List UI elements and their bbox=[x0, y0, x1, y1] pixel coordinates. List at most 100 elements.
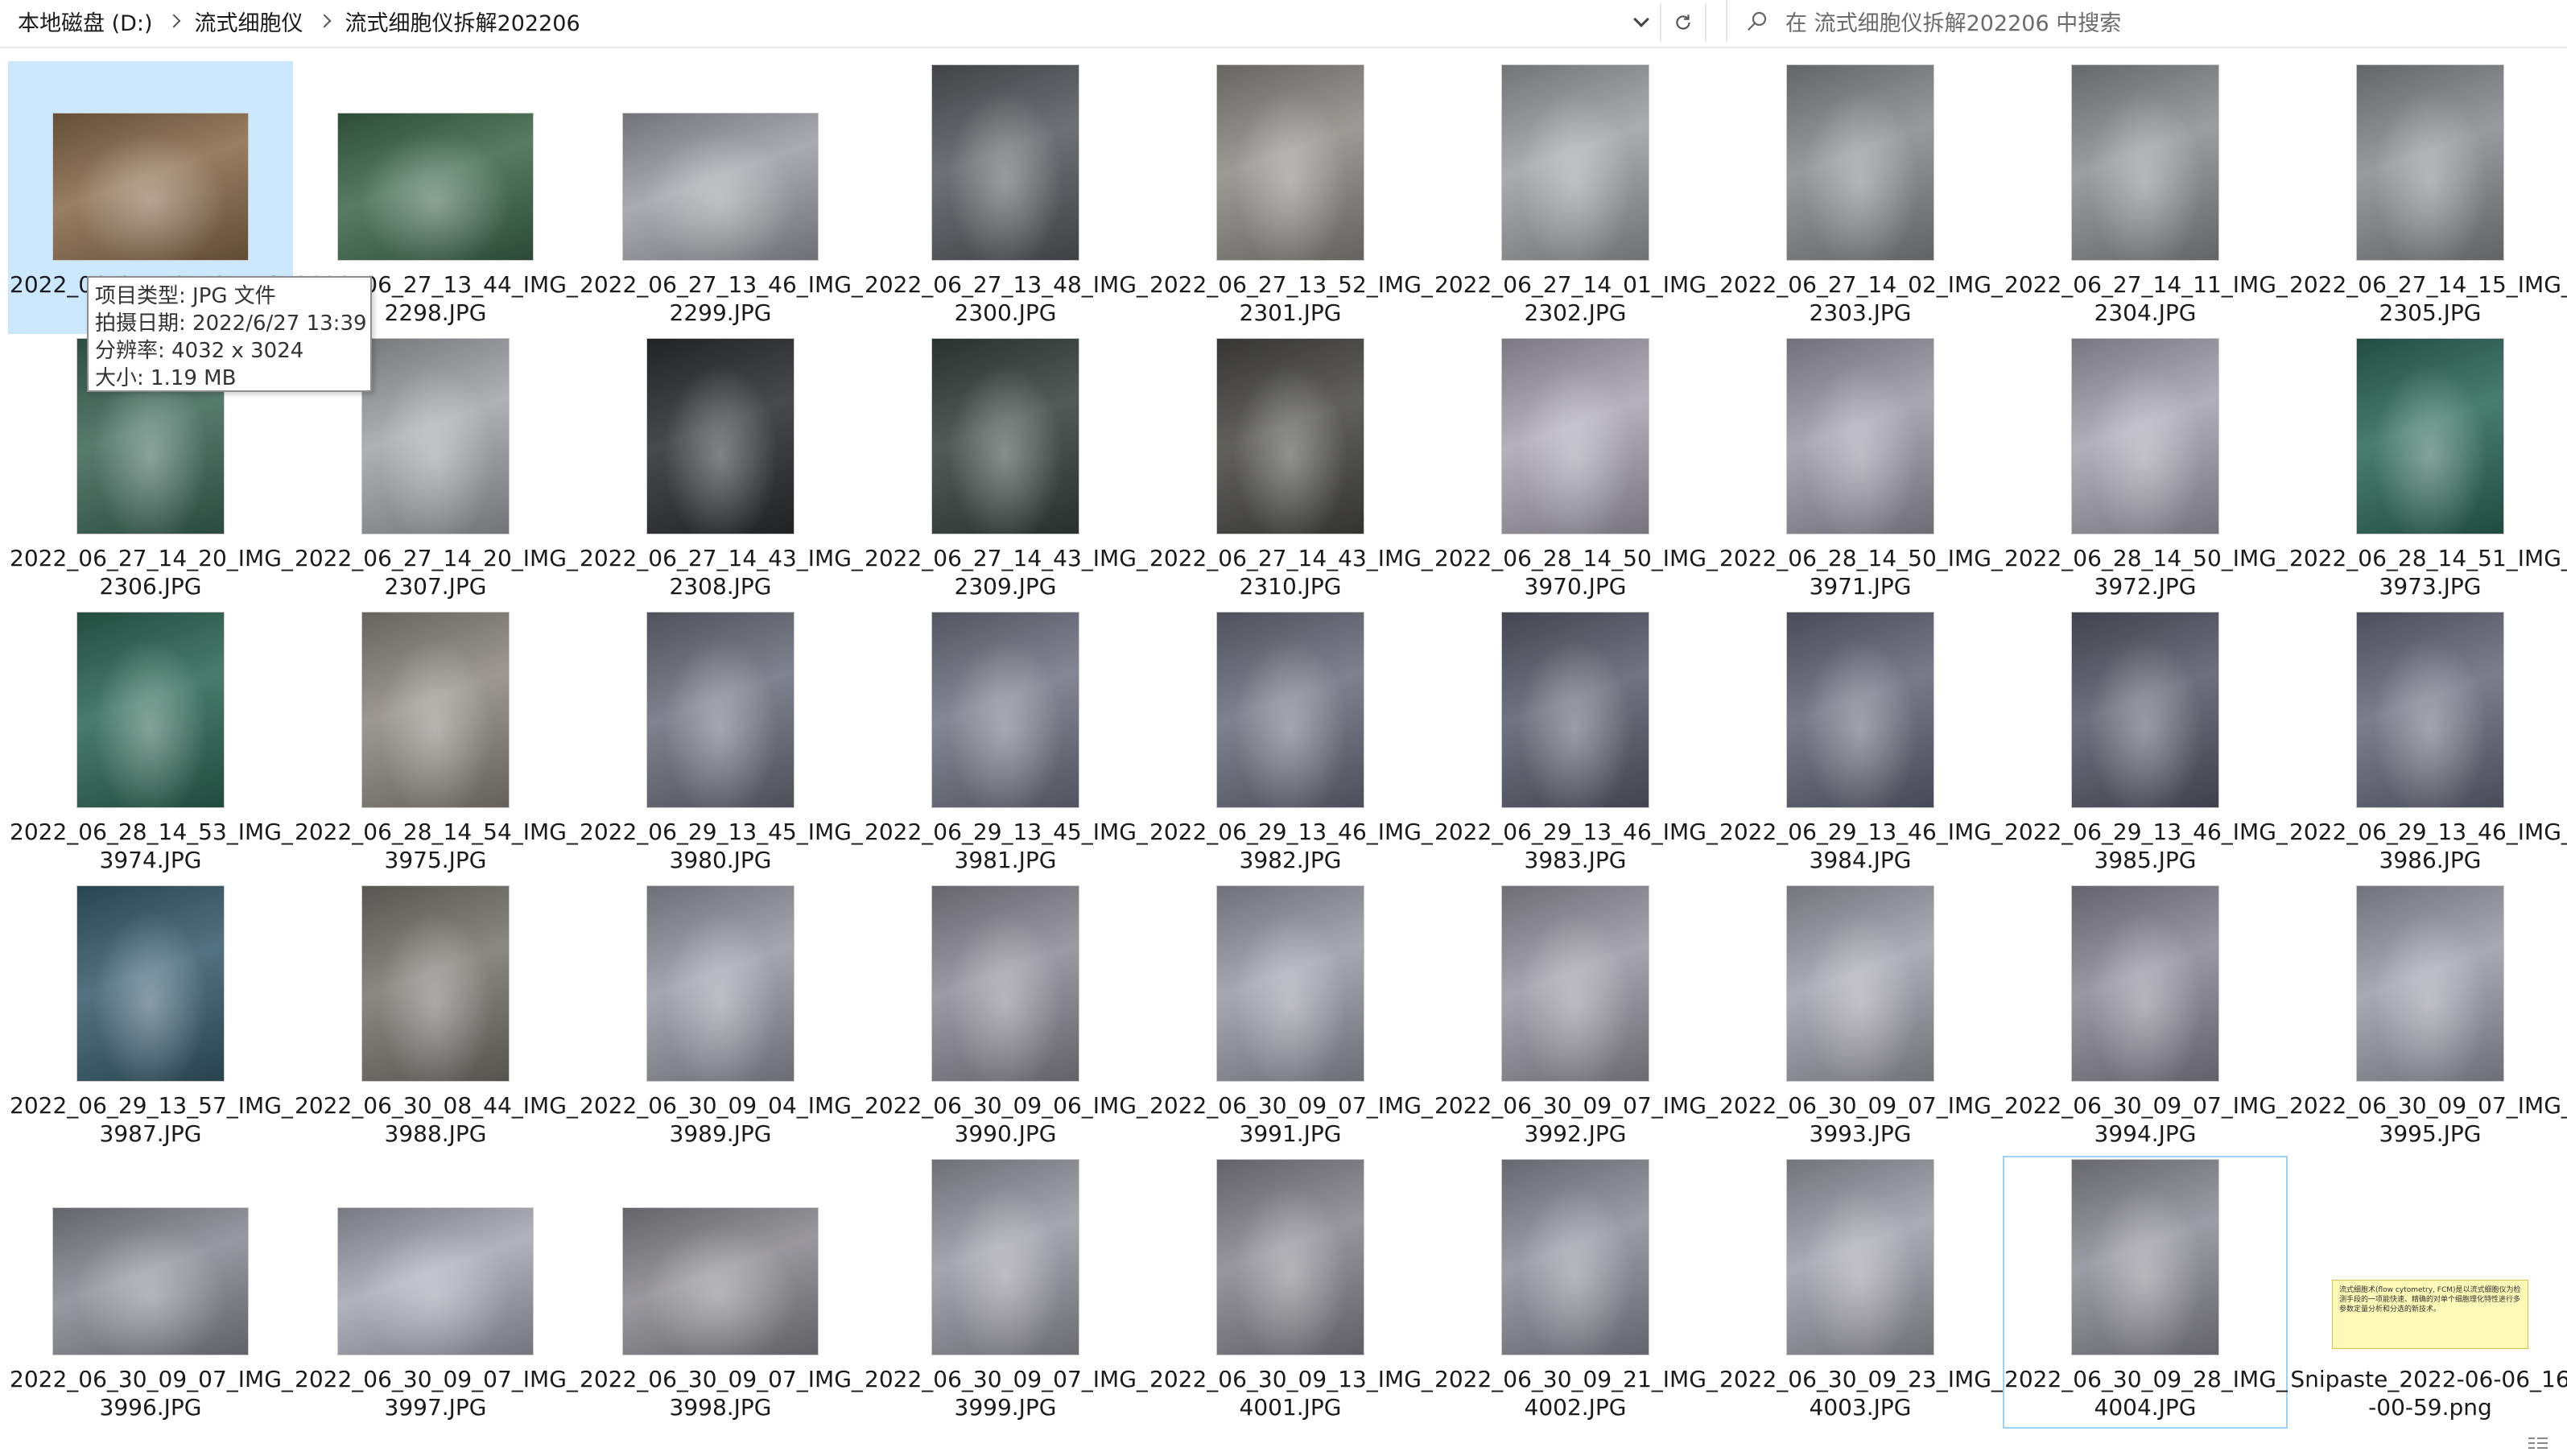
file-item[interactable]: 2022_06_30_09_23_IMG_ 4003.JPG bbox=[1718, 1156, 2003, 1429]
file-name-line1: 2022_06_28_14_54_IMG_ bbox=[295, 819, 578, 845]
chevron-right-icon[interactable] bbox=[167, 14, 181, 28]
photo-thumbnail bbox=[1501, 1159, 1649, 1355]
file-grid: 2022_06_27_13_40_IMG_2297.JPG2022_06_27_… bbox=[8, 61, 2567, 1456]
file-name-line2: 4003.JPG bbox=[1809, 1394, 1912, 1421]
file-name-line1: 2022_06_30_09_07_IMG_ bbox=[1149, 1092, 1433, 1119]
file-item[interactable]: 2022_06_29_13_46_IMG_ 3982.JPG bbox=[1148, 608, 1433, 881]
file-name-line1: 2022_06_29_13_46_IMG_ bbox=[1719, 819, 2003, 845]
photo-thumbnail bbox=[1786, 885, 1934, 1082]
breadcrumb-folder-current[interactable]: 流式细胞仪拆解202206 bbox=[345, 6, 580, 37]
file-name-line1: 2022_06_28_14_51_IMG_ bbox=[2289, 545, 2567, 571]
explorer-toolbar: 本地磁盘 (D:) 流式细胞仪 流式细胞仪拆解202206 在 流式细胞仪拆解2… bbox=[0, 0, 2567, 48]
file-info-tooltip: 项目类型: JPG 文件 拍摄日期: 2022/6/27 13:39 分辨率: … bbox=[87, 276, 372, 392]
photo-thumbnail bbox=[1216, 885, 1364, 1082]
thumbnail-frame bbox=[1434, 1159, 1716, 1355]
file-item[interactable]: 2022_06_29_13_46_IMG_ 3985.JPG bbox=[2003, 608, 2288, 881]
file-name-line2: 3982.JPG bbox=[1239, 847, 1342, 873]
photo-thumbnail bbox=[1216, 1159, 1364, 1355]
thumbnail-frame bbox=[865, 885, 1146, 1082]
file-item[interactable]: 2022_06_30_09_04_IMG_ 3989.JPG bbox=[578, 882, 863, 1155]
file-item[interactable]: 流式细胞术(flow cytometry, FCM)是以流式细胞仪为检测手段的一… bbox=[2288, 1156, 2567, 1429]
file-item[interactable]: 2022_06_28_14_51_IMG_ 3973.JPG bbox=[2288, 335, 2567, 608]
file-name-line1: 2022_06_28_14_50_IMG_ bbox=[2004, 545, 2288, 571]
file-item[interactable]: 2022_06_27_13_46_IMG_ 2299.JPG bbox=[578, 61, 863, 334]
file-item[interactable]: 2022_06_30_09_07_IMG_ 3998.JPG bbox=[578, 1156, 863, 1429]
thumbnail-frame bbox=[2004, 612, 2286, 808]
breadcrumb-drive[interactable]: 本地磁盘 (D:) bbox=[18, 6, 153, 37]
address-history-dropdown[interactable] bbox=[1623, 8, 1660, 37]
file-item[interactable]: 2022_06_30_09_06_IMG_ 3990.JPG bbox=[863, 882, 1148, 1155]
thumbnail-frame bbox=[295, 1159, 576, 1355]
file-name-line1: 2022_06_27_13_48_IMG_ bbox=[865, 271, 1148, 298]
search-input[interactable]: 在 流式细胞仪拆解202206 中搜索 bbox=[1785, 6, 2121, 37]
file-item[interactable]: 2022_06_30_09_07_IMG_ 3996.JPG bbox=[8, 1156, 293, 1429]
tooltip-size: 大小: 1.19 MB bbox=[95, 366, 237, 390]
photo-thumbnail bbox=[1501, 885, 1649, 1082]
tooltip-date: 拍摄日期: 2022/6/27 13:39 bbox=[95, 311, 367, 336]
file-name-line2: 3984.JPG bbox=[1809, 847, 1912, 873]
photo-thumbnail bbox=[361, 885, 510, 1082]
file-name-line1: 2022_06_29_13_45_IMG_ bbox=[580, 819, 863, 845]
photo-thumbnail bbox=[1786, 338, 1934, 534]
file-item[interactable]: 2022_06_28_14_54_IMG_ 3975.JPG bbox=[293, 608, 578, 881]
file-item[interactable]: 2022_06_27_14_43_IMG_ 2309.JPG bbox=[863, 335, 1148, 608]
file-name-line1: 2022_06_27_14_43_IMG_ bbox=[865, 545, 1148, 571]
file-item[interactable]: 2022_06_29_13_46_IMG_ 3984.JPG bbox=[1718, 608, 2003, 881]
file-name-line2: 3987.JPG bbox=[99, 1120, 202, 1147]
address-bar[interactable]: 本地磁盘 (D:) 流式细胞仪 流式细胞仪拆解202206 bbox=[18, 0, 1658, 42]
refresh-button[interactable] bbox=[1660, 3, 1707, 42]
file-item[interactable]: 2022_06_27_13_52_IMG_ 2301.JPG bbox=[1148, 61, 1433, 334]
file-name-line2: 3994.JPG bbox=[2094, 1120, 2197, 1147]
breadcrumb-folder-parent[interactable]: 流式细胞仪 bbox=[195, 6, 303, 37]
view-toggle-icon[interactable] bbox=[2528, 1436, 2548, 1450]
file-item[interactable]: 2022_06_30_09_28_IMG_ 4004.JPG bbox=[2003, 1156, 2288, 1429]
file-name-line2: 3990.JPG bbox=[954, 1120, 1057, 1147]
file-name-line2: 4004.JPG bbox=[2094, 1394, 2197, 1421]
search-box[interactable]: 在 流式细胞仪拆解202206 中搜索 bbox=[1726, 0, 2567, 42]
file-item[interactable]: 2022_06_30_09_07_IMG_ 3997.JPG bbox=[293, 1156, 578, 1429]
file-item[interactable]: 2022_06_29_13_45_IMG_ 3980.JPG bbox=[578, 608, 863, 881]
file-item[interactable]: 2022_06_27_14_11_IMG_ 2304.JPG bbox=[2003, 61, 2288, 334]
file-item[interactable]: 2022_06_30_09_07_IMG_ 3999.JPG bbox=[863, 1156, 1148, 1429]
file-item[interactable]: 2022_06_28_14_50_IMG_ 3971.JPG bbox=[1718, 335, 2003, 608]
file-item[interactable]: 2022_06_30_08_44_IMG_ 3988.JPG bbox=[293, 882, 578, 1155]
file-name: 2022_06_27_14_20_IMG_ 2306.JPG bbox=[10, 544, 293, 600]
file-item[interactable]: 2022_06_29_13_46_IMG_ 3986.JPG bbox=[2288, 608, 2567, 881]
file-name-line1: 2022_06_29_13_46_IMG_ bbox=[2289, 819, 2567, 845]
file-item[interactable]: 2022_06_30_09_07_IMG_ 3991.JPG bbox=[1148, 882, 1433, 1155]
file-name: Snipaste_2022-06-06_16 -00-59.png bbox=[2289, 1365, 2567, 1421]
file-item[interactable]: 2022_06_28_14_53_IMG_ 3974.JPG bbox=[8, 608, 293, 881]
thumbnail-frame bbox=[865, 64, 1146, 261]
file-item[interactable]: 2022_06_30_09_07_IMG_ 3995.JPG bbox=[2288, 882, 2567, 1155]
file-item[interactable]: 2022_06_27_14_43_IMG_ 2308.JPG bbox=[578, 335, 863, 608]
thumbnail-frame bbox=[1149, 885, 1431, 1082]
file-name-line2: 3981.JPG bbox=[954, 847, 1057, 873]
file-name-line2: 3973.JPG bbox=[2379, 573, 2482, 600]
file-item[interactable]: 2022_06_30_09_07_IMG_ 3994.JPG bbox=[2003, 882, 2288, 1155]
file-item[interactable]: 2022_06_27_14_43_IMG_ 2310.JPG bbox=[1148, 335, 1433, 608]
photo-thumbnail bbox=[1501, 612, 1649, 808]
file-name: 2022_06_30_09_07_IMG_ 3997.JPG bbox=[295, 1365, 578, 1421]
file-item[interactable]: 2022_06_28_14_50_IMG_ 3970.JPG bbox=[1433, 335, 1718, 608]
file-item[interactable]: 2022_06_27_13_48_IMG_ 2300.JPG bbox=[863, 61, 1148, 334]
file-item[interactable]: 2022_06_28_14_50_IMG_ 3972.JPG bbox=[2003, 335, 2288, 608]
file-item[interactable]: 2022_06_30_09_13_IMG_ 4001.JPG bbox=[1148, 1156, 1433, 1429]
file-item[interactable]: 2022_06_30_09_21_IMG_ 4002.JPG bbox=[1433, 1156, 1718, 1429]
file-name-line1: 2022_06_30_09_21_IMG_ bbox=[1434, 1366, 1718, 1392]
file-item[interactable]: 2022_06_29_13_45_IMG_ 3981.JPG bbox=[863, 608, 1148, 881]
chevron-right-icon[interactable] bbox=[317, 14, 332, 28]
file-item[interactable]: 2022_06_30_09_07_IMG_ 3993.JPG bbox=[1718, 882, 2003, 1155]
photo-thumbnail bbox=[1216, 64, 1364, 261]
file-item[interactable]: 2022_06_27_14_15_IMG_ 2305.JPG bbox=[2288, 61, 2567, 334]
thumbnail-frame bbox=[1719, 885, 2001, 1082]
file-item[interactable]: 2022_06_30_09_07_IMG_ 3992.JPG bbox=[1433, 882, 1718, 1155]
file-item[interactable]: 2022_06_29_13_57_IMG_ 3987.JPG bbox=[8, 882, 293, 1155]
file-name-line1: 2022_06_30_09_07_IMG_ bbox=[2004, 1092, 2288, 1119]
file-name-line2: 2304.JPG bbox=[2094, 299, 2197, 326]
file-item[interactable]: 2022_06_27_14_02_IMG_ 2303.JPG bbox=[1718, 61, 2003, 334]
photo-thumbnail bbox=[2356, 612, 2504, 808]
file-item[interactable]: 2022_06_27_14_01_IMG_ 2302.JPG bbox=[1433, 61, 1718, 334]
photo-thumbnail bbox=[1501, 338, 1649, 534]
file-item[interactable]: 2022_06_29_13_46_IMG_ 3983.JPG bbox=[1433, 608, 1718, 881]
thumbnail-frame bbox=[2289, 64, 2567, 261]
